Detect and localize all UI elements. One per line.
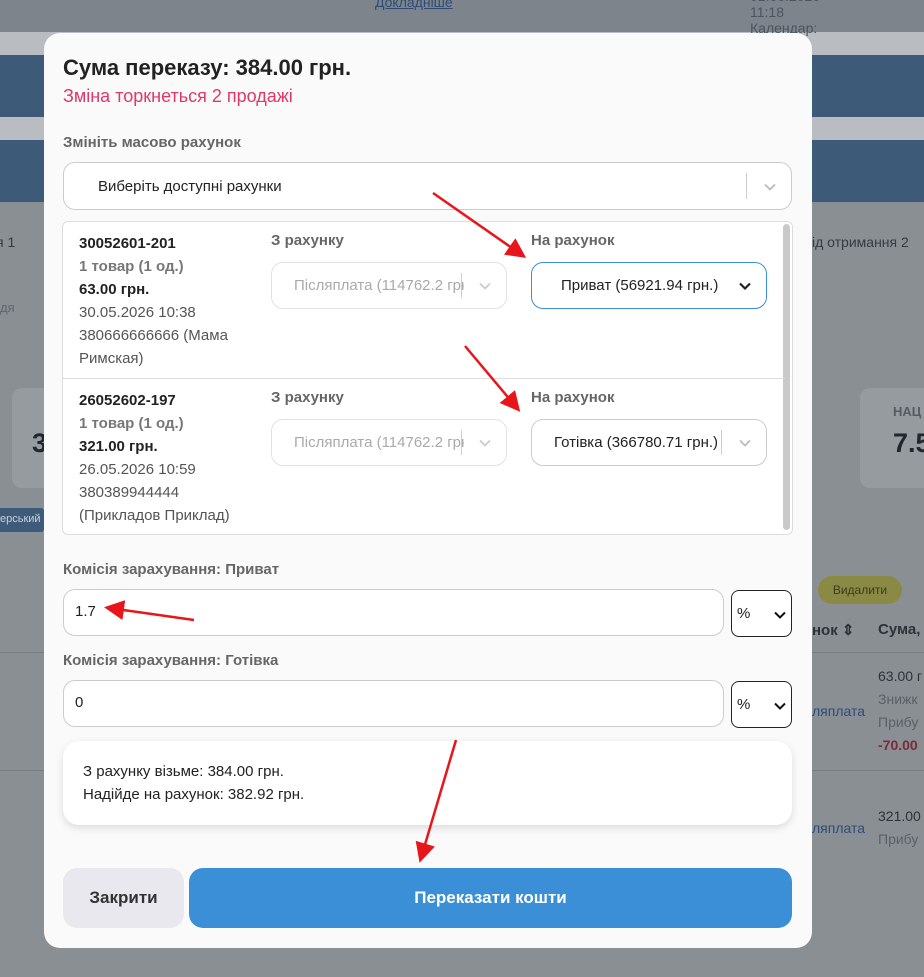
select-separator bbox=[721, 430, 722, 455]
chevron-down-icon[interactable] bbox=[774, 609, 786, 621]
sale-customer: 380666666666 (Мама Римская) bbox=[79, 327, 228, 367]
chevron-down-icon[interactable] bbox=[479, 280, 491, 292]
to-account-select[interactable]: Приват (56921.94 грн.) bbox=[531, 262, 767, 309]
sale-number: 30052601-201 bbox=[79, 235, 176, 252]
from-account-value: Післяплата (114762.2 грн.) bbox=[294, 277, 464, 294]
chevron-down-icon[interactable] bbox=[479, 437, 491, 449]
bg-delete-button: Видалити bbox=[818, 576, 902, 604]
mass-account-select[interactable]: Виберіть доступні рахунки bbox=[63, 162, 792, 210]
fee-privat-unit-select[interactable]: % bbox=[731, 590, 792, 637]
to-account-value: Приват (56921.94 грн.) bbox=[561, 277, 719, 294]
sale-items: 1 товар (1 од.) bbox=[79, 258, 184, 275]
chevron-down-icon[interactable] bbox=[764, 181, 776, 193]
list-item: 30052601-201 1 товар (1 од.) 63.00 грн. … bbox=[63, 222, 785, 378]
bg-row2-cell: 321.00 bbox=[878, 808, 921, 824]
fee-cash-input[interactable]: 0 bbox=[63, 680, 724, 727]
chevron-down-icon[interactable] bbox=[739, 280, 751, 292]
bg-row1-link: ляплата bbox=[812, 703, 866, 719]
bg-row2-cell: Прибу bbox=[878, 831, 919, 847]
from-account-label: З рахунку bbox=[271, 232, 344, 249]
summary-take: З рахунку візьме: 384.00 грн. bbox=[83, 763, 284, 780]
bg-row1-cell: Знижк bbox=[878, 691, 918, 707]
sale-customer: 380389944444 (Прикладов Приклад) bbox=[79, 484, 230, 524]
to-account-label: На рахунок bbox=[531, 232, 615, 249]
bg-row1-cell: Прибу bbox=[878, 714, 919, 730]
sale-sum: 321.00 грн. bbox=[79, 438, 158, 455]
from-account-value: Післяплата (114762.2 грн.) bbox=[294, 434, 464, 451]
list-item: 26052602-197 1 товар (1 од.) 321.00 грн.… bbox=[63, 378, 785, 534]
bg-stat-card-right: НАЦ 7.5 bbox=[860, 388, 924, 488]
fee-privat-unit-value: % bbox=[737, 605, 751, 622]
sale-number: 26052602-197 bbox=[79, 392, 176, 409]
bg-column-account: нок ⇕ bbox=[812, 622, 855, 639]
warning-text: Зміна торкнеться 2 продажі bbox=[63, 86, 293, 106]
transfer-modal: Сума переказу: 384.00 грн. Зміна торкнет… bbox=[44, 33, 812, 948]
bg-row1-cell: 63.00 г bbox=[878, 668, 923, 684]
bg-stat-right-label: НАЦ bbox=[893, 404, 922, 419]
sale-sum: 63.00 грн. bbox=[79, 281, 150, 298]
sale-info: 26052602-197 1 товар (1 од.) 321.00 грн.… bbox=[79, 389, 259, 527]
bg-row1-cell: -70.00 bbox=[878, 737, 918, 753]
fee-cash-unit-value: % bbox=[737, 696, 751, 713]
modal-title: Сума переказу: 384.00 грн. bbox=[63, 55, 352, 80]
sale-info: 30052601-201 1 товар (1 од.) 63.00 грн. … bbox=[79, 232, 259, 370]
select-separator bbox=[746, 173, 747, 199]
to-account-select[interactable]: Готівка (366780.71 грн.) bbox=[531, 419, 767, 466]
sale-date: 30.05.2026 10:38 bbox=[79, 304, 196, 321]
fee-cash-label: Комісія зарахування: Готівка bbox=[63, 652, 279, 669]
to-account-value: Готівка (366780.71 грн.) bbox=[554, 434, 719, 451]
from-account-select[interactable]: Післяплата (114762.2 грн.) bbox=[271, 419, 507, 466]
bg-sub-text: дя bbox=[0, 300, 15, 315]
chevron-down-icon[interactable] bbox=[739, 437, 751, 449]
transfer-button[interactable]: Переказати кошти bbox=[189, 868, 792, 928]
sales-list[interactable]: 30052601-201 1 товар (1 од.) 63.00 грн. … bbox=[62, 221, 793, 535]
from-account-select[interactable]: Післяплата (114762.2 грн.) bbox=[271, 262, 507, 309]
mass-change-label: Змініть масово рахунок bbox=[63, 134, 241, 151]
mass-account-placeholder: Виберіть доступні рахунки bbox=[98, 178, 282, 195]
bg-top-bar: 01.06.2026 11:18 Календар: витрата Докла… bbox=[0, 0, 924, 52]
sale-items: 1 товар (1 од.) bbox=[79, 415, 184, 432]
bg-top-link: Докладніше bbox=[375, 0, 453, 10]
select-separator bbox=[461, 430, 462, 455]
to-account-label: На рахунок bbox=[531, 389, 615, 406]
bg-tab-left: я 1 bbox=[0, 234, 16, 250]
bg-top-text: 01.06.2026 11:18 Календар: витрата Докла… bbox=[375, 0, 820, 52]
summary-arrive: Надійде на рахунок: 382.92 грн. bbox=[83, 786, 305, 803]
bg-row2-link: ляплата bbox=[812, 820, 866, 836]
transfer-summary: З рахунку візьме: 384.00 грн. Надійде на… bbox=[63, 741, 792, 825]
fee-privat-input[interactable]: 1.7 bbox=[63, 589, 724, 636]
select-separator bbox=[461, 273, 462, 298]
bg-column-sum: Сума, bbox=[878, 621, 921, 638]
close-button[interactable]: Закрити bbox=[63, 868, 184, 928]
sale-date: 26.05.2026 10:59 bbox=[79, 461, 196, 478]
chevron-down-icon[interactable] bbox=[774, 700, 786, 712]
bg-tab-right: ід отримання 2 bbox=[812, 234, 909, 250]
fee-cash-unit-select[interactable]: % bbox=[731, 681, 792, 728]
fee-privat-label: Комісія зарахування: Приват bbox=[63, 561, 280, 578]
from-account-label: З рахунку bbox=[271, 389, 344, 406]
bg-chip: ерський bbox=[0, 508, 44, 532]
bg-stat-right-value: 7.5 bbox=[893, 428, 924, 458]
